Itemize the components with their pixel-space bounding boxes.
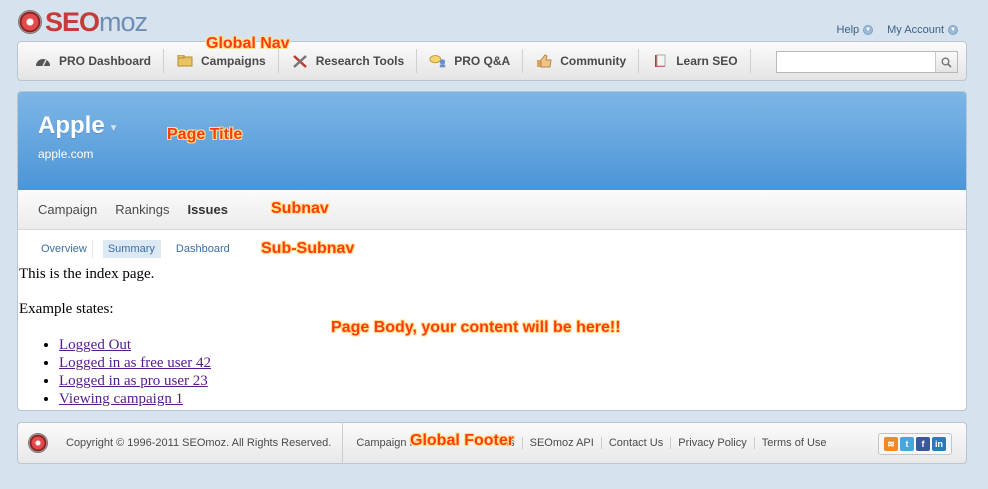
list-item: Logged in as free user 42 xyxy=(59,354,966,372)
subnav-rankings[interactable]: Rankings xyxy=(115,202,169,217)
tools-icon xyxy=(291,54,309,68)
subsubnav-overview[interactable]: Overview xyxy=(36,240,93,258)
annotation-page-body: Page Body, your content will be here!! xyxy=(331,319,621,336)
page-subtitle: apple.com xyxy=(38,147,94,161)
help-link[interactable]: Help ▼ xyxy=(837,24,874,36)
footer-link-api[interactable]: SEOmoz API xyxy=(523,437,602,449)
footer-link-campaign[interactable]: Campaign M xyxy=(349,437,418,449)
example-heading: Example states: xyxy=(19,301,114,317)
annotation-page-title: Page Title xyxy=(167,126,243,143)
search-box xyxy=(776,51,958,73)
nav-label: Campaigns xyxy=(201,54,266,68)
social-links: ≋ t f in xyxy=(878,433,952,455)
sub-subnav: Overview Summary Dashboard xyxy=(18,240,966,258)
footer-link-privacy[interactable]: Privacy Policy xyxy=(671,437,755,449)
my-account-label: My Account xyxy=(887,24,944,36)
list-item: Logged Out xyxy=(59,336,966,354)
facebook-icon[interactable]: f xyxy=(916,437,930,451)
global-nav: PRO Dashboard Campaigns Research Tools P… xyxy=(17,41,967,81)
subnav-campaign[interactable]: Campaign xyxy=(38,202,97,217)
example-states-list: Logged Out Logged in as free user 42 Log… xyxy=(59,336,966,408)
intro-text: This is the index page. xyxy=(19,266,155,282)
nav-pro-qa[interactable]: PRO Q&A xyxy=(417,49,524,73)
help-label: Help xyxy=(836,24,860,36)
chevron-down-icon: ▼ xyxy=(948,25,958,35)
nav-label: Research Tools xyxy=(315,54,405,68)
twitter-icon[interactable]: t xyxy=(900,437,914,451)
page-body: This is the index page. Example states: … xyxy=(19,266,966,408)
my-account-link[interactable]: My Account ▼ xyxy=(887,24,958,36)
main-panel: Apple ▼ apple.com Campaign Rankings Issu… xyxy=(17,91,967,411)
nav-community[interactable]: Community xyxy=(523,49,640,73)
nav-research-tools[interactable]: Research Tools xyxy=(279,49,418,73)
subnav-issues[interactable]: Issues xyxy=(187,202,227,217)
gear-logo-icon[interactable] xyxy=(28,433,48,453)
subnav: Campaign Rankings Issues xyxy=(18,190,966,230)
copyright-text: Copyright © 1996-2011 SEOmoz. All Rights… xyxy=(66,422,344,464)
page-title[interactable]: Apple ▼ xyxy=(38,112,119,140)
subsubnav-dashboard[interactable]: Dashboard xyxy=(171,240,235,258)
rss-icon[interactable]: ≋ xyxy=(884,437,898,451)
link-logged-out[interactable]: Logged Out xyxy=(59,337,131,353)
annotation-global-footer: Global Footer xyxy=(410,432,514,449)
speedometer-icon xyxy=(34,54,52,68)
chat-icon xyxy=(429,54,447,68)
account-links: Help ▼ My Account ▼ xyxy=(837,24,958,36)
footer-link-terms[interactable]: Terms of Use xyxy=(755,437,834,449)
annotation-global-nav: Global Nav xyxy=(206,35,290,52)
footer-link-contact[interactable]: Contact Us xyxy=(602,437,672,449)
annotation-subnav: Subnav xyxy=(271,200,329,217)
link-pro-user[interactable]: Logged in as pro user 23 xyxy=(59,373,208,389)
title-bar: Apple ▼ apple.com xyxy=(18,92,966,190)
link-viewing-campaign[interactable]: Viewing campaign 1 xyxy=(59,391,183,407)
nav-label: PRO Dashboard xyxy=(59,54,152,68)
gear-logo-icon xyxy=(18,10,42,34)
nav-label: Learn SEO xyxy=(676,54,738,68)
linkedin-icon[interactable]: in xyxy=(932,437,946,451)
thumbs-up-icon xyxy=(535,54,553,68)
search-input[interactable] xyxy=(777,52,935,72)
seomoz-logo[interactable]: SEOmoz xyxy=(18,7,148,37)
nav-learn-seo[interactable]: Learn SEO xyxy=(639,49,751,73)
folder-icon xyxy=(176,54,194,68)
nav-label: PRO Q&A xyxy=(454,54,511,68)
logo-text: SEOmoz xyxy=(45,7,148,37)
list-item: Viewing campaign 1 xyxy=(59,390,966,408)
subsubnav-summary[interactable]: Summary xyxy=(102,240,161,258)
chevron-down-icon[interactable]: ▼ xyxy=(109,123,119,134)
chevron-down-icon: ▼ xyxy=(863,25,874,35)
page-title-text: Apple xyxy=(38,112,105,139)
annotation-sub-subnav: Sub-Subnav xyxy=(261,240,355,257)
search-icon[interactable] xyxy=(935,52,957,72)
list-item: Logged in as pro user 23 xyxy=(59,372,966,390)
nav-label: Community xyxy=(560,54,627,68)
link-free-user[interactable]: Logged in as free user 42 xyxy=(59,355,211,371)
book-icon xyxy=(651,54,669,68)
nav-pro-dashboard[interactable]: PRO Dashboard xyxy=(22,49,165,73)
